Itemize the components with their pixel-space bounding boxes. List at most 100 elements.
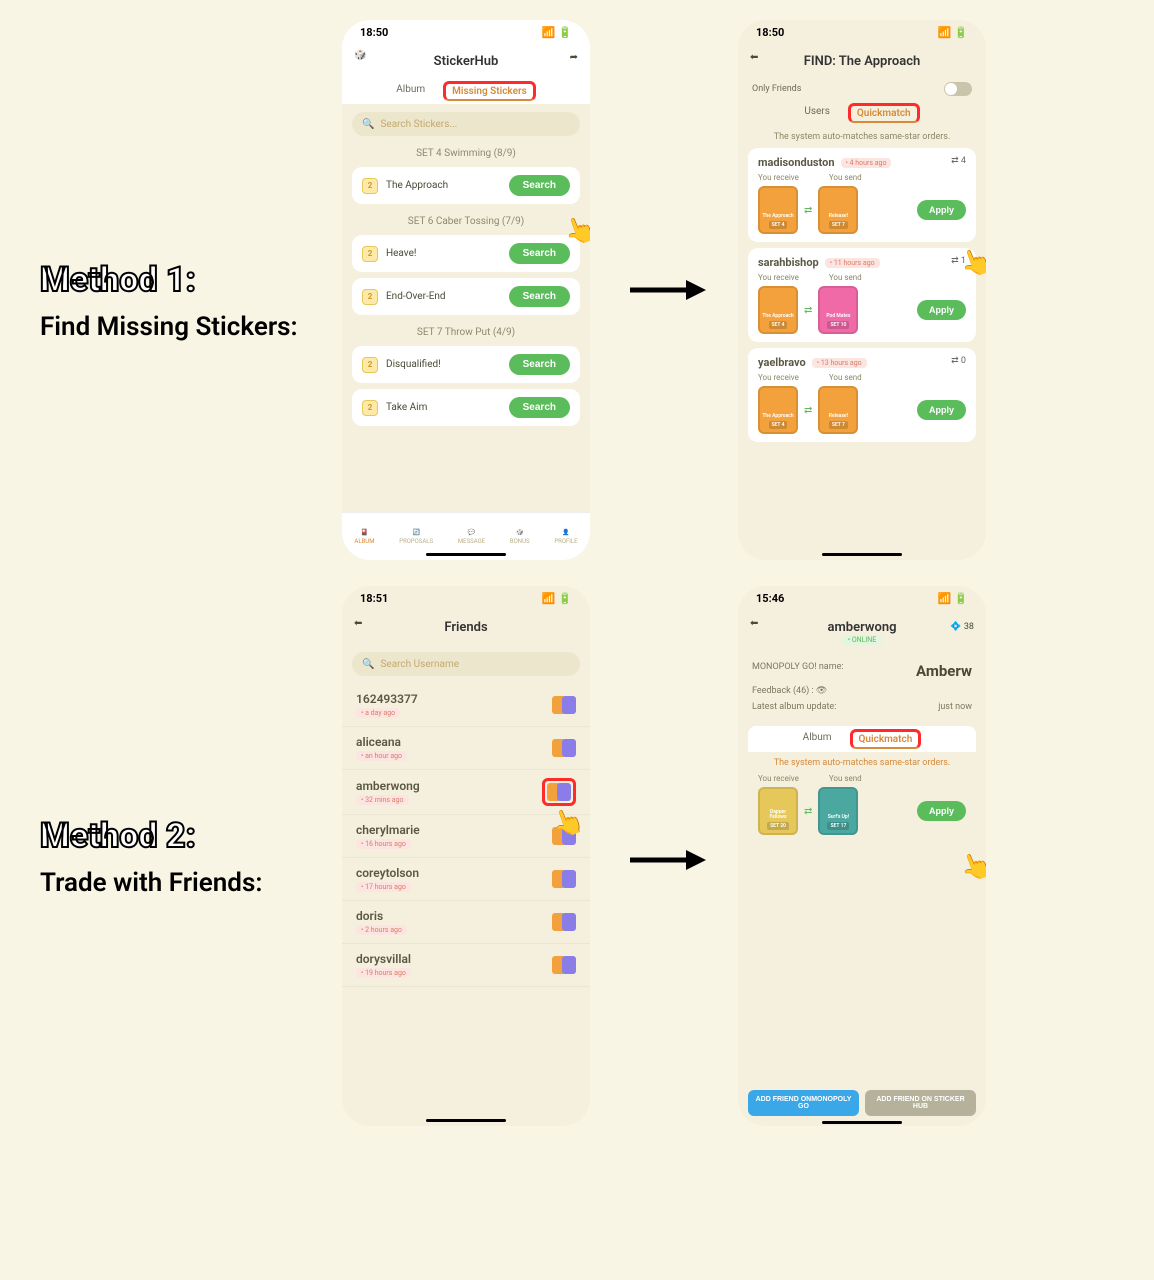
match-username[interactable]: yaelbravo bbox=[758, 356, 806, 369]
nav-proposals[interactable]: 🔄PROPOSALS bbox=[399, 529, 433, 545]
apply-button[interactable]: Apply bbox=[917, 801, 966, 821]
send-card: Release!SET 7 bbox=[818, 386, 858, 434]
sticker-name: End-Over-End bbox=[386, 291, 446, 302]
sticker-row: 2End-Over-End Search bbox=[352, 278, 580, 315]
search-input[interactable]: 🔍 Search Stickers... bbox=[352, 112, 580, 136]
header: 🎲 StickerHub ➦ bbox=[342, 44, 590, 78]
method1-sub: Find Missing Stickers: bbox=[40, 312, 298, 342]
you-receive-label: You receive bbox=[758, 273, 799, 282]
friend-row[interactable]: 162493377 • a day ago bbox=[342, 684, 590, 727]
friend-cards-icon[interactable] bbox=[552, 696, 576, 714]
only-friends-toggle[interactable] bbox=[944, 82, 972, 96]
search-button[interactable]: Search bbox=[509, 243, 570, 264]
friend-cards-icon[interactable] bbox=[552, 739, 576, 757]
arrow-right-2 bbox=[628, 840, 708, 880]
tab-missing-stickers[interactable]: Missing Stickers bbox=[443, 81, 536, 101]
search-placeholder: Search Stickers... bbox=[380, 119, 457, 130]
back-arrow-icon[interactable]: ⬅ bbox=[750, 52, 768, 70]
swap-count: ⇄ 4 bbox=[951, 156, 966, 166]
friend-time: • a day ago bbox=[356, 708, 400, 718]
search-button[interactable]: Search bbox=[509, 286, 570, 307]
search-input[interactable]: 🔍 Search Username bbox=[352, 652, 580, 676]
sticker-name: The Approach bbox=[386, 180, 448, 191]
home-indicator bbox=[822, 1121, 902, 1124]
tab-album[interactable]: Album bbox=[396, 84, 425, 99]
nav-bonus[interactable]: 🎲BONUS bbox=[510, 529, 530, 545]
swap-icon: ⇄ bbox=[804, 205, 812, 216]
statusbar: 15:46 📶🔋 bbox=[738, 586, 986, 610]
sticker-row: 2 The Approach Search bbox=[352, 167, 580, 204]
receive-card: The ApproachSET 4 bbox=[758, 386, 798, 434]
statusbar: 18:51 📶🔋 bbox=[342, 586, 590, 610]
phone-friends: 18:51 📶🔋 ⬅ Friends 🔍 Search Username 162… bbox=[342, 586, 590, 1126]
set-header: SET 4 Swimming (8/9) bbox=[342, 148, 590, 159]
tab-album[interactable]: Album bbox=[803, 732, 832, 747]
home-indicator bbox=[822, 553, 902, 556]
sticker-row: 2Disqualified! Search bbox=[352, 346, 580, 383]
sticker-name: Take Aim bbox=[386, 402, 427, 413]
apply-button[interactable]: Apply bbox=[917, 200, 966, 220]
header: ⬅ FIND: The Approach bbox=[738, 44, 986, 78]
dice-icon: 🎲 bbox=[354, 50, 366, 61]
swap-count: ⇄ 0 bbox=[951, 356, 966, 366]
apply-button[interactable]: Apply bbox=[917, 300, 966, 320]
tab-users[interactable]: Users bbox=[804, 106, 830, 121]
tabs: Album Missing Stickers bbox=[342, 78, 590, 104]
mgo-label: MONOPOLY GO! name: bbox=[752, 662, 844, 680]
you-send-label: You send bbox=[829, 173, 862, 182]
nav-profile[interactable]: 👤PROFILE bbox=[554, 529, 577, 545]
search-icon: 🔍 bbox=[362, 659, 374, 670]
friend-row[interactable]: coreytolson • 17 hours ago bbox=[342, 858, 590, 901]
star-badge: 2 bbox=[362, 357, 378, 373]
time: 15:46 bbox=[756, 592, 784, 605]
add-friend-monopoly-button[interactable]: ADD FRIEND ONMONOPOLY GO bbox=[748, 1090, 859, 1116]
friend-row[interactable]: aliceana • an hour ago bbox=[342, 727, 590, 770]
search-button[interactable]: Search bbox=[509, 175, 570, 196]
search-button[interactable]: Search bbox=[509, 354, 570, 375]
match-card: yaelbravo • 13 hours ago ⇄ 0 You receive… bbox=[748, 348, 976, 442]
page-title: Friends bbox=[444, 620, 487, 635]
profile-username: amberwong bbox=[828, 620, 897, 635]
nav-message[interactable]: 💬MESSAGE bbox=[458, 529, 485, 545]
tab-quickmatch[interactable]: Quickmatch bbox=[850, 729, 922, 749]
back-arrow-icon[interactable]: ⬅ bbox=[750, 618, 768, 636]
match-username[interactable]: madisonduston bbox=[758, 156, 835, 169]
phone-amberwong: 15:46 📶🔋 ⬅ amberwong • ONLINE 💠 38 MONOP… bbox=[738, 586, 986, 1126]
match-username[interactable]: sarahbishop bbox=[758, 256, 819, 269]
friend-row[interactable]: amberwong • 32 mins ago bbox=[342, 770, 590, 815]
friend-cards-icon[interactable] bbox=[542, 778, 576, 806]
sticker-row: 2 Take Aim Search bbox=[352, 389, 580, 426]
method2-title: Method 2: bbox=[40, 816, 262, 856]
back-arrow-icon[interactable]: ⬅ bbox=[354, 618, 372, 636]
tab-quickmatch[interactable]: Quickmatch bbox=[848, 103, 920, 123]
share-icon[interactable]: ➦ bbox=[570, 52, 578, 63]
friend-cards-icon[interactable] bbox=[552, 870, 576, 888]
search-button[interactable]: Search bbox=[509, 397, 570, 418]
latest-value: just now bbox=[938, 702, 972, 712]
friend-name: aliceana bbox=[356, 735, 407, 749]
statusbar: 18:50 📶🔋 bbox=[738, 20, 986, 44]
friend-cards-icon[interactable] bbox=[552, 913, 576, 931]
time: 18:50 bbox=[756, 26, 784, 39]
friend-name: amberwong bbox=[356, 779, 420, 793]
header: ⬅ amberwong • ONLINE 💠 38 bbox=[738, 610, 986, 654]
set-header: SET 6 Caber Tossing (7/9) bbox=[342, 216, 590, 227]
receive-card: Dapper Fellows SET 20 bbox=[758, 787, 798, 835]
friend-name: cherylmarie bbox=[356, 823, 420, 837]
phone-find-approach: 18:50 📶🔋 ⬅ FIND: The Approach Only Frien… bbox=[738, 20, 986, 560]
match-card: sarahbishop • 11 hours ago ⇄ 1 You recei… bbox=[748, 248, 976, 342]
header: ⬅ Friends bbox=[342, 610, 590, 644]
feedback-label[interactable]: Feedback (46) : 👁 bbox=[752, 686, 827, 696]
add-friend-stickerhub-button[interactable]: ADD FRIEND ON STICKER HUB bbox=[865, 1090, 976, 1116]
friend-name: 162493377 bbox=[356, 692, 418, 706]
method2-sub: Trade with Friends: bbox=[40, 868, 262, 898]
friend-name: dorysvillal bbox=[356, 952, 411, 966]
apply-button[interactable]: Apply bbox=[917, 400, 966, 420]
friend-row[interactable]: doris • 2 hours ago bbox=[342, 901, 590, 944]
friend-cards-icon[interactable] bbox=[552, 956, 576, 974]
match-time: • 11 hours ago bbox=[825, 258, 880, 268]
star-badge: 2 bbox=[362, 400, 378, 416]
friend-row[interactable]: dorysvillal • 19 hours ago bbox=[342, 944, 590, 987]
nav-album[interactable]: 🎴ALBUM bbox=[354, 529, 374, 545]
star-badge: 2 bbox=[362, 178, 378, 194]
